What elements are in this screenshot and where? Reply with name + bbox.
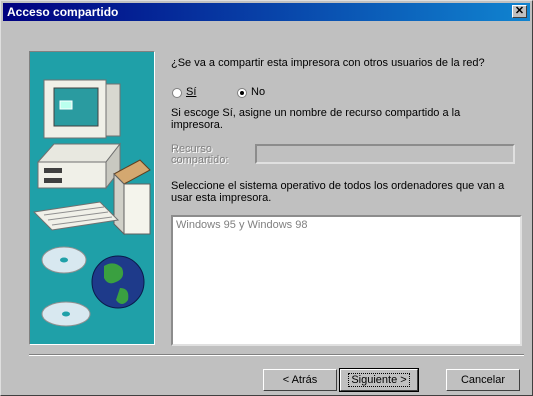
cancel-button[interactable]: Cancelar: [446, 369, 520, 391]
share-yes-label[interactable]: Sí: [186, 86, 196, 98]
share-name-input[interactable]: [255, 144, 515, 164]
back-button-label: < Atrás: [282, 373, 318, 386]
computer-cd-illustration: [32, 79, 151, 327]
os-prompt-line1: Seleccione el sistema operativo de todos…: [171, 180, 505, 192]
back-button[interactable]: < Atrás: [263, 369, 337, 391]
close-icon: ✕: [514, 5, 525, 17]
window-title: Acceso compartido: [7, 5, 119, 19]
next-button-label: Siguiente >: [348, 372, 410, 387]
share-name-label-line2: compartido:: [171, 154, 229, 166]
share-dialog: Acceso compartido ✕ ¿Se va a compartir e…: [0, 0, 533, 396]
share-hint-line1: Si escoge Sí, asigne un nombre de recurs…: [171, 107, 461, 119]
close-button[interactable]: ✕: [512, 5, 527, 18]
wizard-illustration: [29, 51, 155, 345]
button-separator: [29, 354, 524, 356]
share-no-radio[interactable]: [237, 88, 247, 98]
share-question: ¿Se va a compartir esta impresora con ot…: [171, 57, 485, 69]
next-button[interactable]: Siguiente >: [339, 368, 419, 392]
os-prompt-line2: usar esta impresora.: [171, 192, 272, 204]
share-hint-line2: impresora.: [171, 119, 223, 131]
os-listbox[interactable]: Windows 95 y Windows 98: [171, 215, 522, 346]
title-bar: Acceso compartido ✕: [3, 3, 530, 21]
cancel-button-label: Cancelar: [460, 373, 506, 386]
share-yes-radio[interactable]: [172, 88, 182, 98]
os-list-item[interactable]: Windows 95 y Windows 98: [176, 219, 307, 231]
share-no-label[interactable]: No: [251, 86, 265, 98]
